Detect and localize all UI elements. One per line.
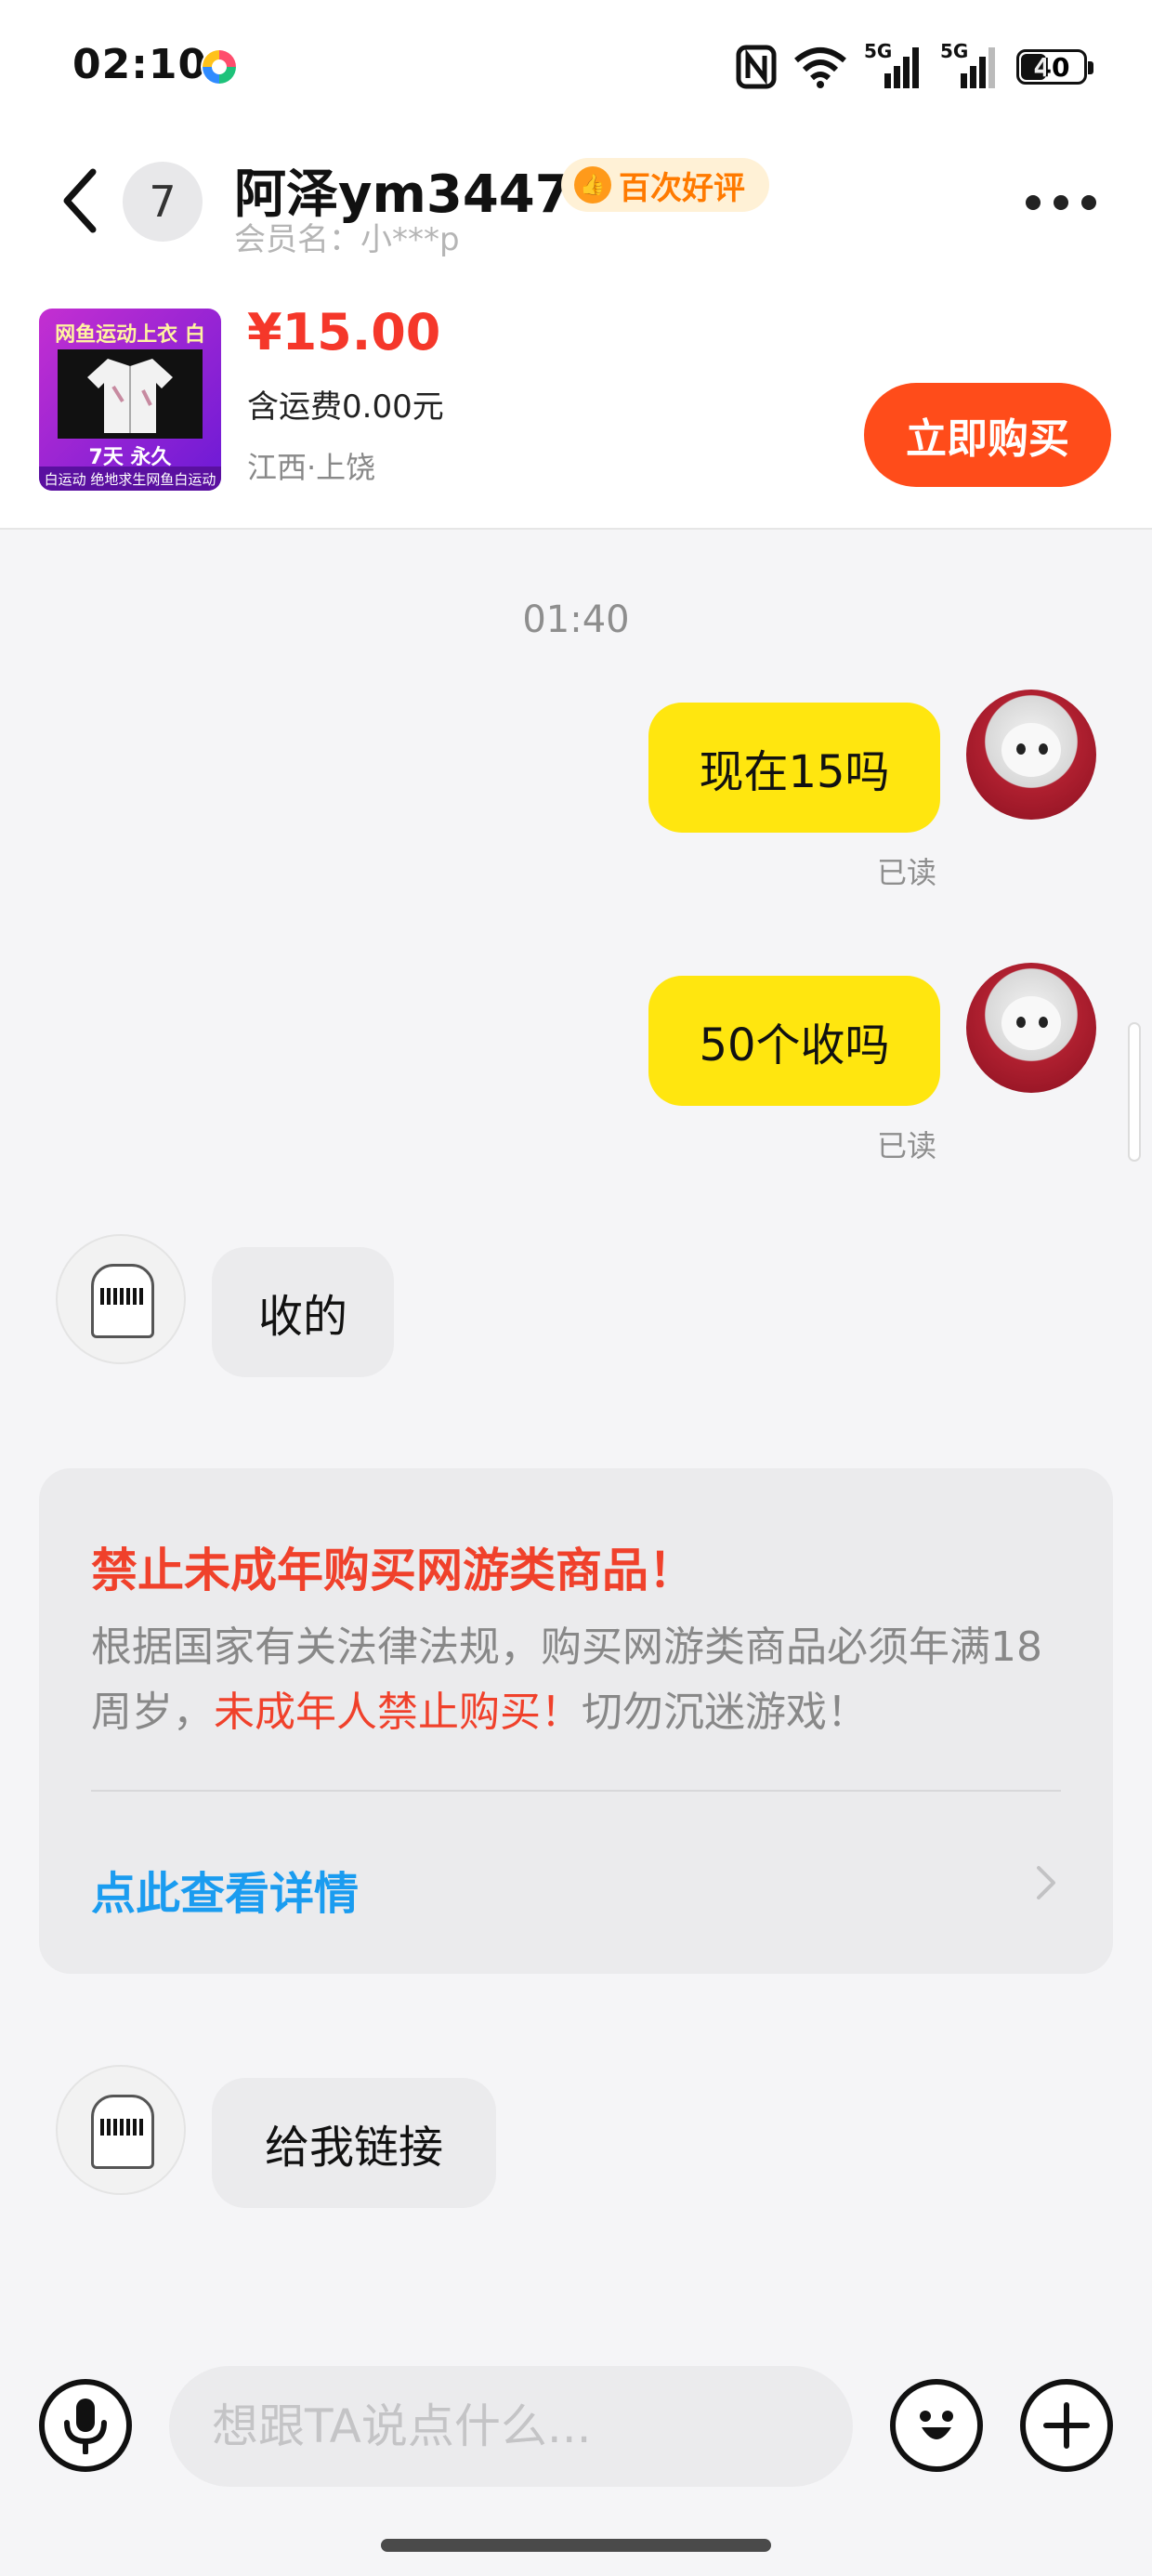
plus-icon bbox=[1043, 2402, 1090, 2449]
contact-avatar[interactable] bbox=[56, 2065, 186, 2195]
buy-now-button[interactable]: 立即购买 bbox=[864, 383, 1111, 487]
more-actions-button[interactable] bbox=[1020, 2379, 1113, 2472]
message-text: 50个收吗 bbox=[699, 1019, 890, 1071]
message-text: 收的 bbox=[257, 1291, 347, 1343]
status-bar: 02:10 5G 5G 40 bbox=[0, 0, 1152, 139]
more-options-button[interactable] bbox=[1026, 184, 1096, 221]
notice-body: 根据国家有关法律法规，购买网游类商品必须年满18周岁，未成年人禁止购买！切勿沉迷… bbox=[91, 1615, 1061, 1745]
smiley-icon bbox=[920, 2411, 953, 2439]
battery-icon: 40 bbox=[1016, 49, 1093, 85]
contact-avatar[interactable] bbox=[56, 1234, 186, 1364]
product-thumbnail[interactable]: 网鱼运动上衣 白 7天 永久 白运动 绝地求生网鱼白运动 bbox=[39, 309, 221, 491]
emoji-button[interactable] bbox=[890, 2379, 983, 2472]
chevron-right-icon[interactable] bbox=[1035, 1864, 1057, 1901]
back-button[interactable] bbox=[52, 164, 108, 238]
seller-location: 江西·上饶 bbox=[247, 450, 376, 485]
notice-divider bbox=[91, 1790, 1061, 1792]
member-name: 会员名：小***p bbox=[234, 221, 460, 258]
chat-timestamp: 01:40 bbox=[522, 598, 630, 641]
status-time: 02:10 bbox=[72, 41, 208, 88]
more-dot bbox=[1054, 195, 1068, 210]
battery-level: 40 bbox=[1033, 51, 1070, 83]
voice-button[interactable] bbox=[39, 2379, 132, 2472]
notice-title: 禁止未成年购买网游类商品！ bbox=[91, 1544, 695, 1597]
home-indicator[interactable] bbox=[381, 2539, 771, 2552]
message-bubble-other[interactable]: 给我链接 bbox=[212, 2078, 496, 2208]
shipping-fee: 含运费0.00元 bbox=[247, 388, 444, 426]
message-text: 现在15吗 bbox=[699, 746, 890, 798]
thumb-caption-top: 网鱼运动上衣 白 bbox=[55, 323, 205, 347]
microphone-icon bbox=[64, 2399, 107, 2454]
more-dot bbox=[1081, 195, 1096, 210]
wifi-icon bbox=[794, 47, 846, 88]
product-price: ¥15.00 bbox=[247, 303, 441, 361]
app-notification-icon bbox=[201, 48, 238, 85]
signal-5g-icon: 5G bbox=[940, 40, 1000, 90]
signal-5g-icon: 5G bbox=[864, 40, 923, 90]
message-bubble-other[interactable]: 收的 bbox=[212, 1247, 394, 1377]
thumbs-up-icon: 👍 bbox=[574, 166, 611, 204]
input-bar bbox=[0, 2342, 1152, 2518]
thumb-caption-bottom: 白运动 绝地求生网鱼白运动 bbox=[39, 467, 221, 491]
nfc-icon bbox=[736, 45, 777, 89]
read-status: 已读 bbox=[877, 1128, 937, 1163]
read-status: 已读 bbox=[877, 855, 937, 890]
view-details-link[interactable]: 点此查看详情 bbox=[91, 1857, 359, 1922]
message-bubble-self[interactable]: 现在15吗 bbox=[648, 703, 940, 833]
minor-purchase-notice: 禁止未成年购买网游类商品！ 根据国家有关法律法规，购买网游类商品必须年满18周岁… bbox=[39, 1468, 1113, 1974]
praise-badge-label: 百次好评 bbox=[619, 169, 745, 207]
praise-badge[interactable]: 👍 百次好评 bbox=[561, 158, 769, 212]
scrollbar-thumb[interactable] bbox=[1128, 1022, 1141, 1162]
unread-count-badge[interactable]: 7 bbox=[123, 162, 203, 242]
message-input[interactable] bbox=[169, 2366, 853, 2487]
message-bubble-self[interactable]: 50个收吗 bbox=[648, 976, 940, 1106]
more-dot bbox=[1026, 195, 1041, 210]
self-avatar[interactable] bbox=[966, 690, 1096, 820]
message-text: 给我链接 bbox=[264, 2122, 443, 2174]
status-icons: 5G 5G 40 bbox=[736, 40, 1093, 93]
self-avatar[interactable] bbox=[966, 963, 1096, 1093]
notice-body-tail: 切勿沉迷游戏！ bbox=[582, 1689, 868, 1736]
notice-body-highlight: 未成年人禁止购买！ bbox=[214, 1689, 582, 1736]
chat-header: 7 阿泽ym3447 👍 百次好评 会员名：小***p 网鱼运动上衣 白 7天 … bbox=[0, 139, 1152, 530]
chevron-left-icon bbox=[63, 168, 97, 233]
jacket-image bbox=[58, 349, 203, 439]
